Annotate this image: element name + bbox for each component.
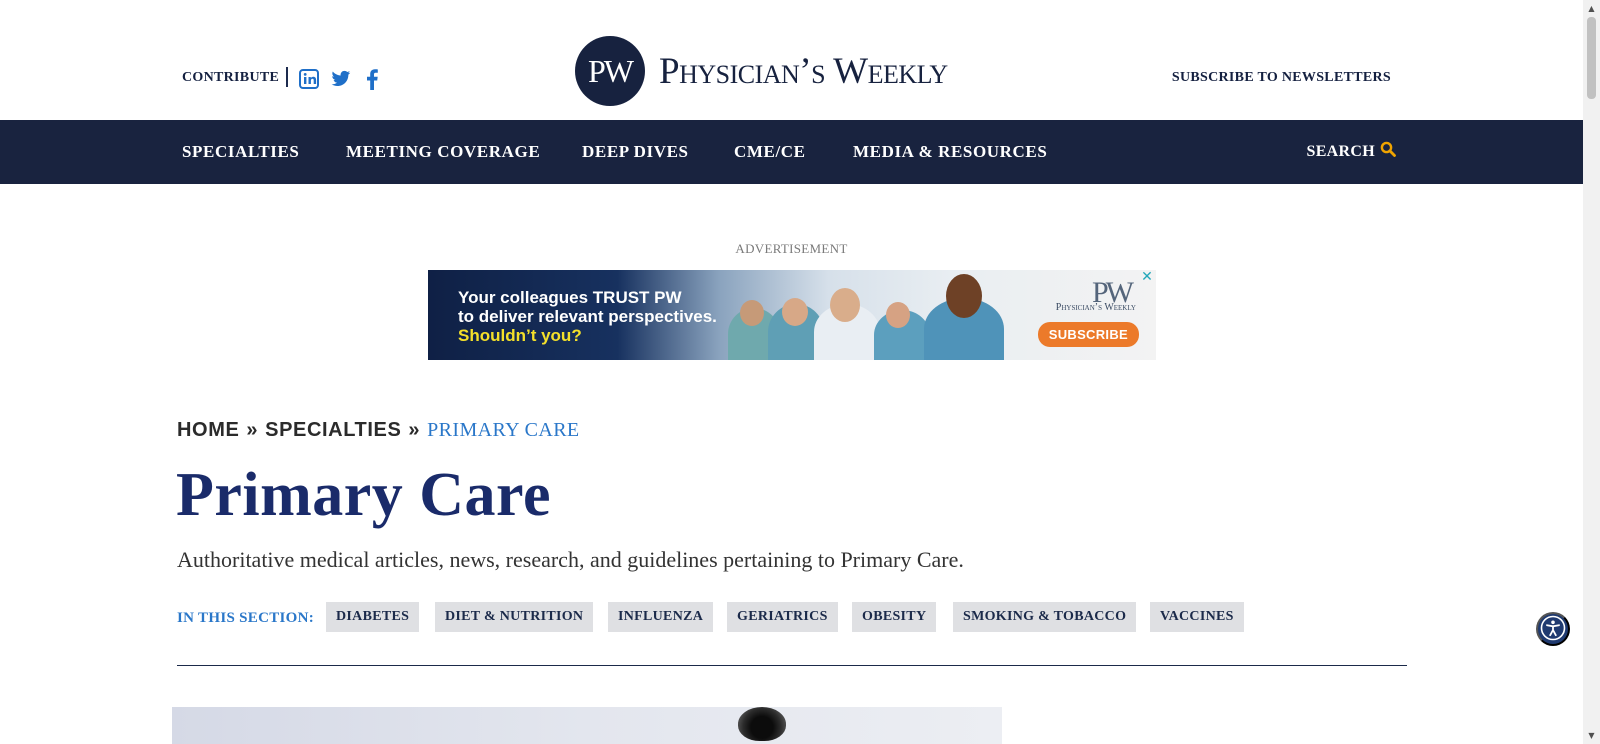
scroll-down-arrow[interactable]: ▼ [1583,727,1600,744]
site-logo[interactable]: PW Physician’s Weekly [575,36,948,106]
twitter-icon[interactable] [330,68,352,90]
nav-item-media-resources[interactable]: MEDIA & RESOURCES [853,142,1047,162]
page-title: Primary Care [176,461,551,529]
accessibility-icon [1540,615,1566,644]
section-divider [177,665,1407,666]
breadcrumb-current[interactable]: PRIMARY CARE [427,419,579,441]
tag-diabetes[interactable]: DIABETES [326,602,420,632]
top-header: CONTRIBUTE PW Physician’s Weekly SUBSCRI… [0,0,1568,120]
tag-geriatrics[interactable]: GERIATRICS [727,602,838,632]
page-scrollbar[interactable]: ▲ ▼ [1583,0,1600,744]
tag-smoking-tobacco[interactable]: SMOKING & TOBACCO [953,602,1137,632]
search-icon [1380,141,1396,162]
nav-item-meeting-coverage[interactable]: MEETING COVERAGE [346,142,540,162]
tag-obesity[interactable]: OBESITY [852,602,937,632]
breadcrumb-home[interactable]: HOME [177,419,239,441]
tag-vaccines[interactable]: VACCINES [1150,602,1244,632]
breadcrumb-separator: » [408,419,421,441]
ad-banner[interactable]: Your colleagues TRUST PW to deliver rele… [428,270,1156,360]
section-label: IN THIS SECTION: [177,610,315,626]
facebook-icon[interactable] [361,68,383,90]
breadcrumb-separator: » [246,419,259,441]
breadcrumb-specialties[interactable]: SPECIALTIES [265,419,401,441]
tag-diet-nutrition[interactable]: DIET & NUTRITION [435,602,594,632]
close-icon[interactable]: ✕ [1140,270,1154,284]
ad-logo-name: Physician’s Weekly [1055,302,1136,313]
header-divider [286,67,288,87]
nav-item-cme-ce[interactable]: CME/CE [734,142,806,162]
page-description: Authoritative medical articles, news, re… [177,547,964,572]
breadcrumb: HOME » SPECIALTIES » PRIMARY CARE [177,419,580,442]
ad-headline-1: Your colleagues TRUST PW [458,288,682,307]
scroll-up-arrow[interactable]: ▲ [1583,0,1600,17]
ad-headline-3: Shouldn’t you? [458,326,582,345]
ad-subscribe-button[interactable]: SUBSCRIBE [1037,322,1139,347]
linkedin-icon[interactable] [298,68,320,90]
nav-item-deep-dives[interactable]: DEEP DIVES [582,142,689,162]
logo-mark: PW [575,36,645,106]
tag-influenza[interactable]: INFLUENZA [608,602,714,632]
advertisement-label: ADVERTISEMENT [735,241,848,256]
main-nav: SPECIALTIES MEETING COVERAGE DEEP DIVES … [0,120,1583,184]
nav-item-specialties[interactable]: SPECIALTIES [182,142,299,162]
accessibility-button[interactable] [1536,612,1570,646]
scroll-thumb[interactable] [1587,17,1596,99]
nav-search-button[interactable]: SEARCH [1307,141,1396,162]
featured-article-image[interactable] [172,707,1002,744]
stethoscope-image-detail [738,707,786,741]
nav-search-label: SEARCH [1306,142,1375,160]
subscribe-newsletters-link[interactable]: SUBSCRIBE TO NEWSLETTERS [1172,70,1391,86]
logo-text: Physician’s Weekly [659,50,948,92]
contribute-link[interactable]: CONTRIBUTE [182,70,279,86]
ad-headline-2: to deliver relevant perspectives. [458,307,717,326]
